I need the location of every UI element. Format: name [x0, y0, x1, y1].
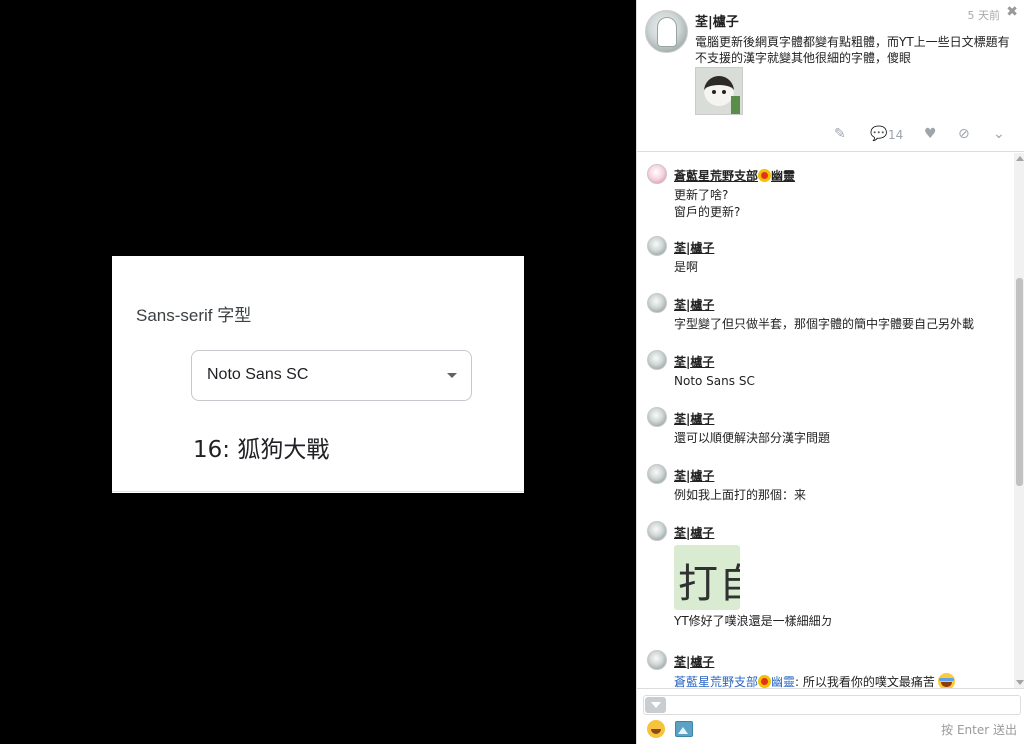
response-text: 例如我上面打的那個：来 [674, 488, 807, 502]
post-header: 荃|櫨子 5 天前 ✖ 電腦更新後網頁字體都變有點粗體，而YT上一些日文標題有不… [637, 0, 1024, 152]
send-hint: 按 Enter 送出 [941, 723, 1017, 737]
post-time: 5 天前 [967, 9, 1001, 22]
sticker-icon [758, 675, 772, 688]
post-author[interactable]: 荃|櫨子 [695, 11, 739, 30]
avatar[interactable] [647, 464, 667, 484]
response-author[interactable]: 荃|櫨子 [674, 410, 714, 427]
response-text: 還可以順便解決部分漢字問題 [674, 431, 831, 445]
avatar[interactable] [647, 650, 667, 670]
scroll-thumb[interactable] [1016, 278, 1023, 486]
author-avatar[interactable] [645, 10, 688, 53]
response-composer: 按 Enter 送出 [637, 688, 1024, 744]
sticker-icon [758, 169, 772, 182]
post-content: 電腦更新後網頁字體都變有點粗體，而YT上一些日文標題有不支援的漢字就變其他很細的… [695, 35, 1010, 65]
response-text: 蒼藍星荒野支部 幽靈: 所以我看你的噗文最痛苦 [674, 673, 1004, 688]
avatar[interactable] [647, 164, 667, 184]
comment-icon[interactable]: 💬 [870, 126, 887, 142]
section-label: Sans-serif 字型 [136, 306, 252, 325]
crying-laugh-emoji-icon [937, 673, 955, 688]
response-image-text: 打自 [678, 561, 740, 607]
font-preview-text: 16: 狐狗大戰 [193, 437, 330, 463]
avatar[interactable] [647, 521, 667, 541]
scroll-up-icon[interactable] [1016, 156, 1024, 161]
comment-count: 14 [888, 128, 904, 142]
image-upload-icon[interactable] [675, 721, 693, 737]
responses-list: 蒼藍星荒野支部 幽靈 更新了啥? 窗戶的更新? 荃|櫨子 是啊 荃|櫨子 字型變了… [637, 153, 1013, 688]
response-text: YT修好了噗浪還是一樣細細ㄉ [674, 614, 833, 628]
avatar[interactable] [647, 407, 667, 427]
edit-icon[interactable]: ✎ [834, 126, 846, 142]
post-image-thumbnail[interactable] [695, 67, 743, 115]
response-author[interactable]: 荃|櫨子 [674, 239, 714, 256]
close-icon[interactable]: ✖ [1006, 4, 1018, 20]
replurk-icon[interactable]: ⊘ [958, 126, 970, 142]
response-text: 更新了啥? 窗戶的更新? [674, 188, 741, 219]
qualifier-dropdown-button[interactable] [645, 697, 666, 713]
post-actions: ✎ 💬 14 ♥ ⊘ ⌄ [637, 124, 1024, 146]
avatar[interactable] [647, 293, 667, 313]
response-image[interactable]: 打自 [674, 545, 740, 610]
plurk-panel: 荃|櫨子 5 天前 ✖ 電腦更新後網頁字體都變有點粗體，而YT上一些日文標題有不… [636, 0, 1024, 744]
dropdown-caret-icon [447, 373, 457, 378]
emoji-icon[interactable] [647, 720, 665, 738]
divider [112, 491, 524, 492]
response-author[interactable]: 荃|櫨子 [674, 653, 714, 670]
like-icon[interactable]: ♥ [924, 126, 937, 142]
response-text: Noto Sans SC [674, 374, 755, 388]
settings-screenshot: Sans-serif 字型 Noto Sans SC 16: 狐狗大戰 [112, 256, 524, 493]
scrollbar[interactable] [1014, 153, 1024, 688]
font-select: Noto Sans SC [191, 350, 472, 401]
response-author[interactable]: 荃|櫨子 [674, 353, 714, 370]
response-author[interactable]: 荃|櫨子 [674, 296, 714, 313]
response-text: 字型變了但只做半套，那個字體的簡中字體要自己另外載 [674, 317, 975, 331]
font-select-value: Noto Sans SC [207, 366, 309, 383]
response-input[interactable] [643, 695, 1021, 715]
avatar[interactable] [647, 236, 667, 256]
response-author[interactable]: 荃|櫨子 [674, 467, 714, 484]
response-author[interactable]: 蒼藍星荒野支部 幽靈 [674, 167, 795, 184]
avatar[interactable] [647, 350, 667, 370]
scroll-down-icon[interactable] [1016, 680, 1024, 685]
chevron-down-icon[interactable]: ⌄ [993, 126, 1005, 142]
screen: Sans-serif 字型 Noto Sans SC 16: 狐狗大戰 荃|櫨子… [0, 0, 1024, 744]
response-text: 是啊 [674, 260, 699, 274]
response-author[interactable]: 荃|櫨子 [674, 524, 714, 541]
mention-link[interactable]: 蒼藍星荒野支部 幽靈 [674, 675, 795, 688]
